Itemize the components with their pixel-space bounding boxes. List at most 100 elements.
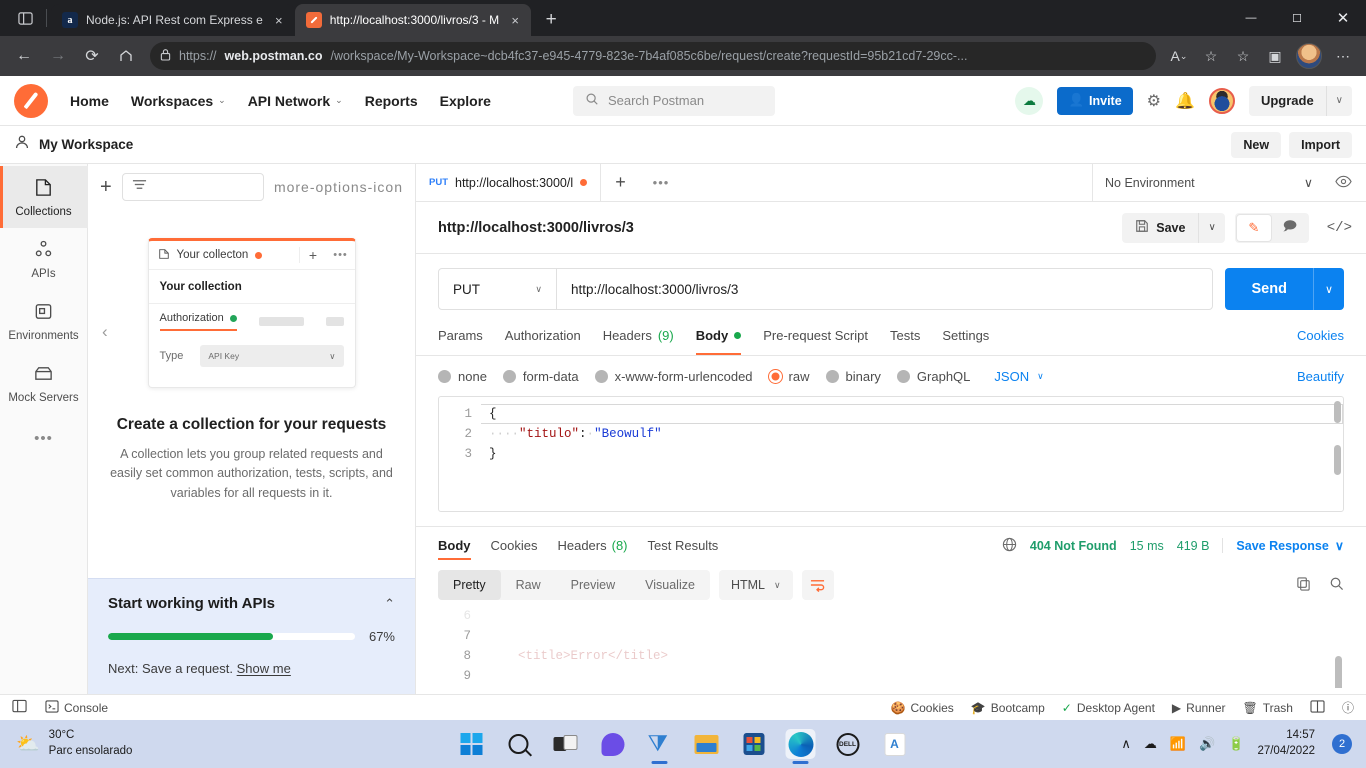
save-button-main[interactable]: Save: [1122, 213, 1198, 243]
window-maximize-button[interactable]: ☐: [1274, 0, 1320, 36]
environment-select[interactable]: No Environment ∨: [1093, 175, 1325, 191]
save-caret-icon[interactable]: ∨: [1198, 212, 1224, 243]
body-mode-urlencoded[interactable]: x-www-form-urlencoded: [594, 369, 753, 384]
save-button[interactable]: Save ∨: [1122, 212, 1225, 243]
browser-tab-1-close-icon[interactable]: ×: [507, 13, 523, 28]
search-icon[interactable]: [1329, 576, 1344, 594]
browser-tab-1[interactable]: http://localhost:3000/livros/3 - M ×: [294, 4, 532, 36]
onedrive-icon[interactable]: ☁: [1144, 736, 1157, 752]
body-mode-none[interactable]: none: [438, 369, 487, 384]
task-view-button[interactable]: [551, 729, 581, 759]
vscode-button[interactable]: ⧩: [645, 729, 675, 759]
start-button[interactable]: [457, 729, 487, 759]
window-minimize-button[interactable]: —: [1228, 0, 1274, 36]
chevron-left-icon[interactable]: ‹: [102, 322, 108, 342]
file-explorer-button[interactable]: [692, 729, 722, 759]
search-button[interactable]: [504, 729, 534, 759]
chat-button[interactable]: [598, 729, 628, 759]
tray-expand-icon[interactable]: ∧: [1121, 736, 1131, 752]
address-bar[interactable]: https:// web.postman.co/workspace/My-Work…: [150, 42, 1156, 70]
two-pane-icon[interactable]: [1310, 699, 1325, 716]
view-mode-preview[interactable]: Preview: [556, 570, 630, 600]
response-scrollbar[interactable]: [1335, 606, 1342, 688]
word-wrap-icon[interactable]: [801, 570, 834, 600]
collections-icon[interactable]: ▣: [1260, 41, 1290, 71]
cookies-button[interactable]: 🍪 Cookies: [891, 701, 954, 715]
send-button[interactable]: Send ∨: [1225, 268, 1344, 310]
document-button[interactable]: A: [880, 729, 910, 759]
sidebar-filter-input[interactable]: [121, 173, 264, 201]
favorite-add-icon[interactable]: ☆: [1196, 41, 1226, 71]
favorites-icon[interactable]: ☆: [1228, 41, 1258, 71]
browser-tab-0-close-icon[interactable]: ×: [271, 13, 287, 28]
help-icon[interactable]: ⓘ: [1342, 699, 1354, 716]
back-icon[interactable]: ←: [8, 40, 40, 72]
comment-icon[interactable]: 🗩: [1273, 215, 1307, 241]
response-tab-headers[interactable]: Headers (8): [557, 527, 627, 564]
send-caret-icon[interactable]: ∨: [1312, 268, 1344, 310]
upgrade-button[interactable]: Upgrade ∨: [1248, 85, 1352, 116]
sidebar-item-mock-servers[interactable]: Mock Servers: [0, 352, 88, 414]
microsoft-store-button[interactable]: [739, 729, 769, 759]
gear-icon[interactable]: ⚙: [1147, 91, 1161, 111]
request-tab-0[interactable]: PUT http://localhost:3000/li: [416, 164, 601, 201]
body-mode-raw[interactable]: raw: [768, 369, 810, 384]
new-tab-button[interactable]: +: [535, 4, 567, 36]
more-settings-icon[interactable]: ⋯: [1328, 41, 1358, 71]
console-button[interactable]: Console: [45, 699, 108, 716]
volume-icon[interactable]: 🔊: [1199, 736, 1215, 752]
read-aloud-icon[interactable]: A ⌄: [1164, 41, 1194, 71]
response-tab-test-results[interactable]: Test Results: [648, 527, 719, 564]
notification-badge[interactable]: 2: [1332, 734, 1352, 754]
view-mode-raw[interactable]: Raw: [501, 570, 556, 600]
cookies-link[interactable]: Cookies: [1297, 328, 1344, 343]
tab-list-icon[interactable]: [8, 0, 42, 36]
rail-more-icon[interactable]: •••: [34, 430, 53, 447]
tab-settings[interactable]: Settings: [942, 316, 989, 355]
response-tab-body[interactable]: Body: [438, 527, 471, 564]
cloud-sync-ok-icon[interactable]: ☁: [1015, 86, 1044, 115]
http-method-select[interactable]: PUT ∨: [439, 269, 557, 309]
response-body-code[interactable]: 6 7 8 9 10 11 <title>Error</title> </hea…: [438, 606, 1344, 688]
desktop-agent-button[interactable]: ✓ Desktop Agent: [1062, 701, 1155, 715]
new-button[interactable]: New: [1231, 131, 1282, 158]
tab-authorization[interactable]: Authorization: [505, 316, 581, 355]
tab-pre-request-script[interactable]: Pre-request Script: [763, 316, 868, 355]
tab-headers[interactable]: Headers (9): [603, 316, 674, 355]
beautify-link[interactable]: Beautify: [1297, 369, 1344, 384]
view-mode-pretty[interactable]: Pretty: [438, 570, 501, 600]
browser-tab-0[interactable]: a Node.js: API Rest com Express e ×: [51, 4, 295, 36]
show-me-link[interactable]: Show me: [237, 661, 291, 676]
invite-button[interactable]: 👤 Invite: [1057, 86, 1133, 115]
response-format-select[interactable]: HTML ∨: [718, 570, 793, 600]
new-request-tab-button[interactable]: +: [601, 164, 641, 201]
sidebar-toggle-icon[interactable]: [12, 699, 27, 716]
edge-button[interactable]: [785, 729, 816, 759]
code-snippet-icon[interactable]: </>: [1319, 220, 1352, 236]
tab-tests[interactable]: Tests: [890, 316, 920, 355]
request-tabs-more-icon[interactable]: •••: [641, 164, 681, 201]
import-button[interactable]: Import: [1289, 131, 1352, 158]
trash-button[interactable]: 🗑 Trash: [1243, 701, 1293, 715]
tab-body[interactable]: Body: [695, 316, 742, 355]
nav-home[interactable]: Home: [70, 93, 109, 109]
nav-explore[interactable]: Explore: [440, 93, 491, 109]
home-icon[interactable]: [110, 40, 142, 72]
copy-icon[interactable]: [1296, 576, 1311, 594]
clock[interactable]: 14:57 27/04/2022: [1257, 728, 1315, 759]
browser-profile-avatar[interactable]: [1296, 43, 1322, 69]
editor-code-area[interactable]: { ····"titulo":·"Beowulf" }: [481, 397, 1343, 511]
bootcamp-button[interactable]: 🎓 Bootcamp: [971, 701, 1045, 715]
url-input[interactable]: http://localhost:3000/livros/3: [557, 269, 1212, 309]
bell-icon[interactable]: 🔔: [1175, 91, 1195, 111]
chevron-down-icon[interactable]: ∨: [1325, 85, 1352, 116]
weather-widget[interactable]: ⛅ 30°C Parc ensolarado: [8, 728, 132, 759]
save-response-button[interactable]: Save Response ∨: [1222, 538, 1344, 553]
body-mode-binary[interactable]: binary: [825, 369, 881, 384]
dell-button[interactable]: DELL: [833, 729, 863, 759]
sidebar-item-collections[interactable]: Collections: [0, 166, 88, 228]
postman-logo[interactable]: [14, 83, 48, 118]
battery-icon[interactable]: 🔋: [1228, 736, 1244, 752]
chevron-up-icon[interactable]: ⌃: [384, 596, 395, 612]
wifi-icon[interactable]: 📶: [1170, 736, 1186, 752]
